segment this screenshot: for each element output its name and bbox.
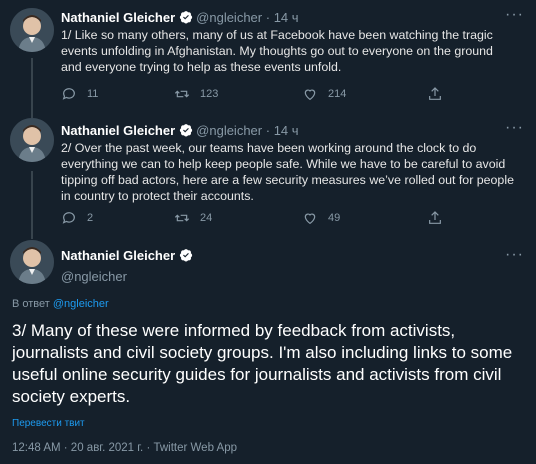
more-icon[interactable]: ··· (505, 119, 524, 137)
tweet-text: 1/ Like so many others, many of us at Fa… (61, 28, 493, 74)
reply-icon (62, 212, 75, 224)
reply-count: 11 (87, 88, 99, 100)
share-button[interactable] (427, 86, 443, 102)
more-icon[interactable]: ··· (505, 6, 524, 24)
reply-icon (62, 88, 75, 100)
reply-button[interactable]: 11 (61, 86, 98, 102)
avatar[interactable] (10, 118, 54, 162)
author-handle[interactable]: @ngleicher (196, 10, 262, 25)
share-icon (429, 87, 441, 100)
verified-badge-icon (179, 10, 193, 27)
avatar[interactable] (10, 240, 54, 284)
reply-prefix: В ответ (12, 298, 50, 310)
more-icon[interactable]: ··· (505, 246, 524, 264)
tweet-2[interactable]: Nathaniel Gleicher @ngleicher · 14 ч ··· … (0, 112, 536, 234)
retweet-count: 123 (200, 88, 219, 100)
like-count: 214 (328, 88, 347, 100)
tweet-1[interactable]: Nathaniel Gleicher @ngleicher · 14 ч ··· … (0, 0, 536, 110)
main-tweet-header: Nathaniel Gleicher @ngleicher (61, 248, 196, 284)
share-button[interactable] (427, 210, 443, 226)
reply-button[interactable]: 2 (61, 210, 93, 226)
translate-link[interactable]: Перевести твит (12, 418, 85, 429)
tweet-text: 2/ Over the past week, our teams have be… (61, 141, 514, 203)
author-name[interactable]: Nathaniel Gleicher (61, 123, 175, 138)
tweet-time[interactable]: 14 ч (274, 123, 299, 138)
main-tweet-text: 3/ Many of these were informed by feedba… (12, 321, 513, 406)
retweet-icon (174, 214, 190, 222)
separator: · (265, 10, 271, 25)
avatar-icon (10, 8, 54, 52)
author-name[interactable]: Nathaniel Gleicher (61, 248, 175, 263)
like-button[interactable]: 214 (302, 86, 346, 102)
retweet-icon (174, 90, 190, 98)
author-handle[interactable]: @ngleicher (196, 123, 262, 138)
like-count: 49 (328, 212, 341, 224)
tweet-header: Nathaniel Gleicher @ngleicher · 14 ч (61, 123, 299, 140)
avatar-icon (10, 240, 54, 284)
retweet-count: 24 (200, 212, 213, 224)
tweet-actions: 11 123 214 (61, 86, 461, 106)
like-icon (304, 213, 316, 225)
tweet-timestamp[interactable]: 12:48 AM · 20 авг. 2021 г. · Twitter Web… (12, 442, 237, 454)
separator: · (265, 123, 271, 138)
like-button[interactable]: 49 (302, 210, 340, 226)
reply-to: В ответ @ngleicher (12, 298, 109, 310)
reply-handle-link[interactable]: @ngleicher (53, 298, 109, 310)
author-handle[interactable]: @ngleicher (61, 269, 196, 284)
avatar[interactable] (10, 8, 54, 52)
author-name[interactable]: Nathaniel Gleicher (61, 10, 175, 25)
tweet-actions: 2 24 49 (61, 210, 461, 230)
verified-badge-icon (179, 123, 193, 140)
tweet-header: Nathaniel Gleicher @ngleicher · 14 ч (61, 10, 299, 27)
avatar-icon (10, 118, 54, 162)
retweet-button[interactable]: 123 (174, 86, 218, 102)
tweet-time[interactable]: 14 ч (274, 10, 299, 25)
like-icon (304, 89, 316, 101)
share-icon (429, 211, 441, 224)
retweet-button[interactable]: 24 (174, 210, 212, 226)
verified-badge-icon (179, 248, 193, 265)
reply-count: 2 (87, 212, 94, 224)
